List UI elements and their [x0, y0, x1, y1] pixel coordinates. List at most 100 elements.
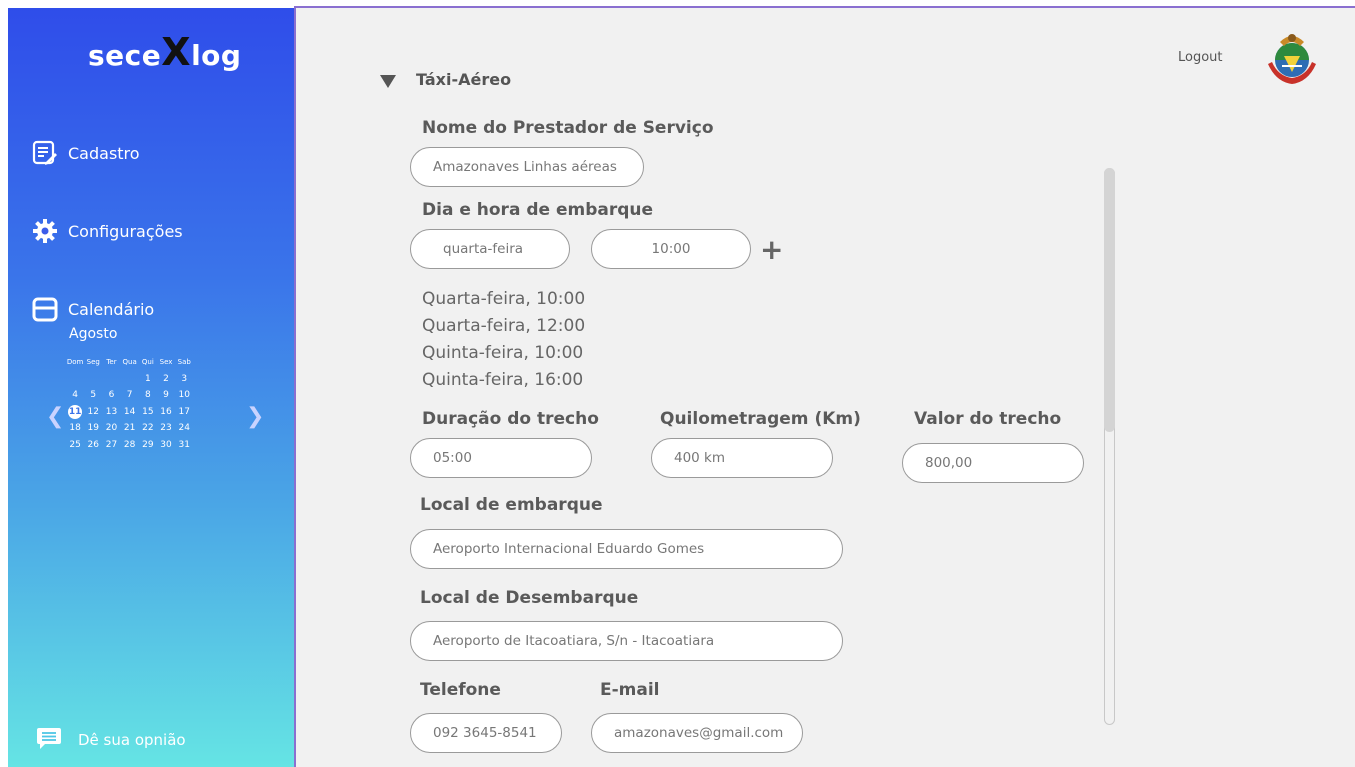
form-icon	[32, 140, 58, 166]
provider-label: Nome do Prestador de Serviço	[422, 118, 714, 138]
sidebar-item-label: Cadastro	[68, 143, 140, 163]
calendar-prev-icon[interactable]: ❮	[46, 404, 64, 429]
logout-link[interactable]: Logout	[1178, 50, 1223, 65]
calendar-day[interactable]: 27	[102, 440, 120, 450]
calendar-day[interactable]: 18	[66, 423, 84, 433]
sidebar-item-label: Configurações	[68, 221, 183, 241]
calendar-day[interactable]: 19	[84, 423, 102, 433]
list-item: Quarta-feira, 10:00	[422, 289, 586, 309]
calendar-day[interactable]: 29	[139, 440, 157, 450]
brand-x: X	[161, 30, 192, 74]
list-item: Quinta-feira, 16:00	[422, 370, 584, 390]
email-input[interactable]: amazonaves@gmail.com	[591, 713, 803, 753]
calendar-icon	[32, 296, 58, 322]
calendar-grid: Dom Seg Ter Qua Qui Sex Sab 1 2 3 4 5 6 7 8 9 10 11 12 13 14…	[66, 354, 193, 453]
destination-label: Local de Desembarque	[420, 588, 639, 608]
duration-label: Duração do trecho	[422, 409, 599, 429]
calendar-day[interactable]: 13	[102, 407, 120, 417]
calendar-day[interactable]: 1	[139, 374, 157, 384]
feedback-link[interactable]: Dê sua opnião	[36, 726, 186, 754]
collapse-triangle-icon	[380, 75, 396, 88]
calendar-day[interactable]: 17	[175, 407, 193, 417]
calendar-day[interactable]: 31	[175, 440, 193, 450]
brand-post: log	[191, 39, 242, 72]
calendar-day[interactable]: 9	[157, 390, 175, 400]
destination-input[interactable]: Aeroporto de Itacoatiara, S/n - Itacoati…	[410, 621, 843, 661]
content-top-border	[294, 6, 1355, 8]
calendar-day[interactable]: 12	[84, 407, 102, 417]
calendar-day[interactable]: 2	[157, 374, 175, 384]
calendar-day[interactable]: 14	[121, 407, 139, 417]
duration-input[interactable]: 05:00	[410, 438, 592, 478]
calendar-day[interactable]: 8	[139, 390, 157, 400]
phone-label: Telefone	[420, 680, 501, 700]
sidebar: seceXlog Cadastro Configurações Calendár…	[8, 8, 294, 767]
calendar-weekday: Qua	[122, 358, 137, 367]
time-input[interactable]: 10:00	[591, 229, 751, 269]
price-input[interactable]: 800,00	[902, 443, 1084, 483]
crest-logo	[1262, 26, 1322, 86]
list-item: Quinta-feira, 10:00	[422, 343, 584, 363]
origin-input[interactable]: Aeroporto Internacional Eduardo Gomes	[410, 529, 843, 569]
calendar-day[interactable]: 10	[175, 390, 193, 400]
calendar-day[interactable]: 4	[66, 390, 84, 400]
km-input[interactable]: 400 km	[651, 438, 833, 478]
calendar-month: Agosto	[69, 326, 118, 342]
km-label: Quilometragem (Km)	[660, 409, 861, 429]
calendar-day[interactable]: 26	[84, 440, 102, 450]
schedule-list: Quarta-feira, 10:00 Quarta-feira, 12:00 …	[422, 286, 585, 394]
window-left-border	[0, 0, 8, 767]
brand-logo[interactable]: seceXlog	[88, 30, 241, 74]
calendar-day[interactable]: 11	[66, 404, 84, 419]
calendar-weekday: Dom	[66, 358, 84, 367]
calendar-next-icon[interactable]: ❯	[246, 404, 264, 429]
chat-icon	[36, 726, 62, 754]
content-left-border	[294, 6, 296, 767]
calendar-weekday: Seg	[86, 358, 100, 367]
calendar-day[interactable]: 24	[175, 423, 193, 433]
calendar-day[interactable]: 20	[102, 423, 120, 433]
calendar-weekday: Qui	[141, 358, 154, 367]
calendar-today: 11	[68, 404, 83, 419]
section-title: Táxi-Aéreo	[416, 70, 512, 89]
calendar-weekday-row: Dom Seg Ter Qua Qui Sex Sab	[66, 354, 193, 371]
origin-label: Local de embarque	[420, 495, 603, 515]
calendar-day[interactable]: 5	[84, 390, 102, 400]
phone-input[interactable]: 092 3645-8541	[410, 713, 562, 753]
section-toggle-taxi-aereo[interactable]: Táxi-Aéreo	[380, 70, 511, 89]
calendar-day[interactable]: 21	[121, 423, 139, 433]
calendar-weekday: Sab	[177, 358, 191, 367]
calendar-day[interactable]: 25	[66, 440, 84, 450]
calendar-week-row: 18 19 20 21 22 23 24	[66, 420, 193, 437]
calendar-day[interactable]: 3	[175, 374, 193, 384]
calendar-weekday: Sex	[159, 358, 173, 367]
calendar-week-row: 25 26 27 28 29 30 31	[66, 437, 193, 454]
sidebar-item-label: Calendário	[68, 299, 155, 319]
calendar-week-row: 123	[66, 371, 193, 388]
calendar-day[interactable]: 28	[121, 440, 139, 450]
day-input[interactable]: quarta-feira	[410, 229, 570, 269]
list-item: Quarta-feira, 12:00	[422, 316, 586, 336]
calendar-day[interactable]: 22	[139, 423, 157, 433]
gear-icon	[32, 218, 58, 244]
calendar-day[interactable]: 7	[121, 390, 139, 400]
boarding-label: Dia e hora de embarque	[422, 200, 654, 220]
feedback-label: Dê sua opnião	[78, 731, 186, 749]
brand-pre: sece	[88, 39, 162, 72]
calendar-weekday: Ter	[106, 358, 117, 367]
calendar-week-row: 4 5 6 7 8 9 10	[66, 387, 193, 404]
provider-input[interactable]: Amazonaves Linhas aéreas	[410, 147, 644, 187]
calendar-week-row: 11 12 13 14 15 16 17	[66, 404, 193, 421]
calendar-day[interactable]: 15	[139, 407, 157, 417]
price-label: Valor do trecho	[914, 409, 1062, 429]
sidebar-item-cadastro[interactable]: Cadastro	[32, 140, 140, 166]
sidebar-item-configuracoes[interactable]: Configurações	[32, 218, 183, 244]
sidebar-item-calendario[interactable]: Calendário	[32, 296, 154, 322]
scrollbar-thumb[interactable]	[1104, 168, 1115, 432]
calendar-day[interactable]: 30	[157, 440, 175, 450]
add-schedule-icon[interactable]: +	[760, 233, 783, 266]
email-label: E-mail	[600, 680, 660, 700]
calendar-day[interactable]: 23	[157, 423, 175, 433]
calendar-day[interactable]: 16	[157, 407, 175, 417]
calendar-day[interactable]: 6	[102, 390, 120, 400]
